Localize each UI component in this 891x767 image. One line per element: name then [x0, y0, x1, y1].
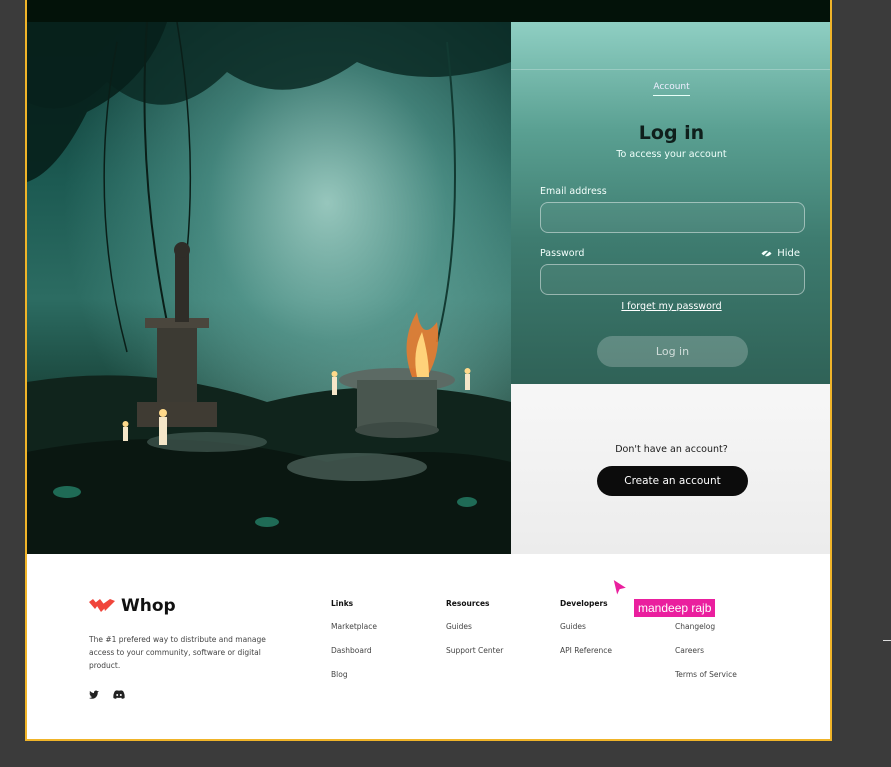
footer-link-guides[interactable]: Guides [446, 622, 503, 631]
collaborator-cursor-icon [612, 578, 629, 598]
collaborator-name-tag: mandeep rajb [634, 599, 716, 617]
brand-logo[interactable]: Whop [89, 596, 176, 616]
side-divider [883, 640, 891, 641]
footer-link-dashboard[interactable]: Dashboard [331, 646, 377, 655]
footer-link-blog[interactable]: Blog [331, 670, 377, 679]
password-visibility-toggle[interactable]: Hide [761, 248, 800, 259]
signup-section: Don't have an account? Create an account [511, 384, 830, 554]
footer-link-marketplace[interactable]: Marketplace [331, 622, 377, 631]
footer-column-heading: Developers [560, 599, 608, 608]
hide-label: Hide [777, 248, 800, 259]
footer-link-terms[interactable]: Terms of Service [675, 670, 737, 679]
page-title: Log in [638, 122, 705, 144]
footer-link-api-reference[interactable]: API Reference [560, 646, 612, 655]
forgot-password-link-row: I forget my password [511, 301, 830, 312]
twitter-icon[interactable] [89, 690, 99, 699]
footer: Whop The #1 prefered way to distribute a… [27, 554, 830, 739]
footer-link-careers[interactable]: Careers [675, 646, 737, 655]
whop-logo-icon [89, 599, 115, 612]
panel-divider [511, 69, 830, 70]
forgot-password-link[interactable]: I forget my password [621, 301, 721, 312]
footer-link-support-center[interactable]: Support Center [446, 646, 503, 655]
footer-link-dev-guides[interactable]: Guides [560, 622, 612, 631]
login-panel: Account Log in To access your account Em… [511, 22, 830, 384]
hero-image [27, 22, 511, 554]
discord-icon[interactable] [113, 690, 125, 699]
tab-account-label: Account [653, 82, 690, 96]
brand-tagline: The #1 prefered way to distribute and ma… [89, 635, 266, 670]
footer-link-changelog[interactable]: Changelog [675, 622, 737, 631]
password-label: Password [540, 248, 585, 259]
tab-account[interactable]: Account [511, 82, 830, 96]
page-subtitle: To access your account [616, 149, 727, 160]
password-field[interactable] [540, 264, 805, 295]
page-frame: Account Log in To access your account Em… [25, 0, 832, 741]
brand-name: Whop [121, 596, 176, 616]
top-bar [27, 0, 830, 22]
email-label: Email address [540, 186, 607, 197]
eye-off-icon [761, 249, 772, 258]
social-links [89, 690, 125, 699]
email-field[interactable] [540, 202, 805, 233]
login-button[interactable]: Log in [597, 336, 748, 367]
footer-column-heading: Resources [446, 599, 490, 608]
footer-column-heading: Links [331, 599, 354, 608]
footer-column-developers: Developers Guides API Reference [560, 599, 612, 670]
forest-shrine-illustration [27, 22, 511, 554]
create-account-button[interactable]: Create an account [597, 466, 748, 496]
no-account-prompt: Don't have an account? [615, 444, 728, 455]
footer-column-links: Links Marketplace Dashboard Blog [331, 599, 377, 694]
footer-column-resources: Resources Guides Support Center [446, 599, 503, 670]
